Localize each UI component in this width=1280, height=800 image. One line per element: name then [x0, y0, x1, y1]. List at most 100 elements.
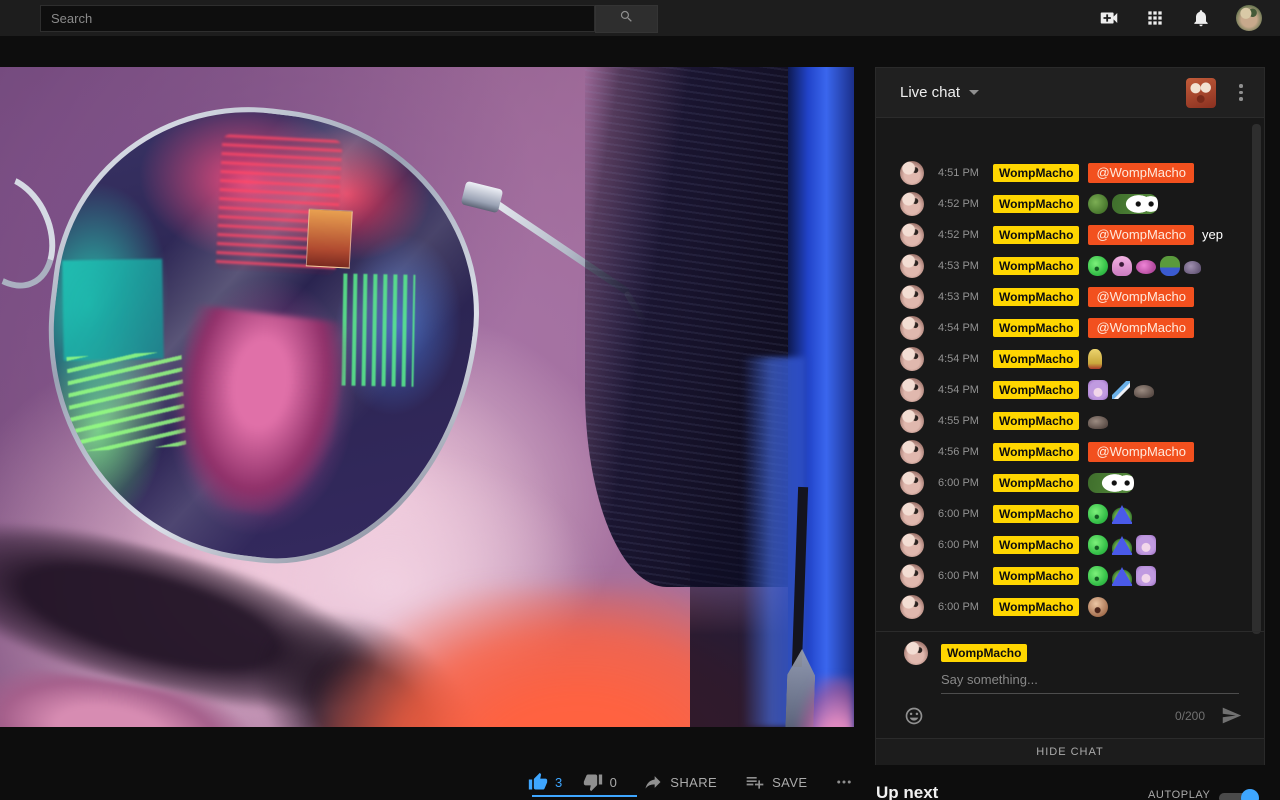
chat-author-avatar[interactable] — [900, 471, 924, 495]
emoji-button[interactable] — [904, 706, 924, 726]
chat-author-avatar[interactable] — [900, 440, 924, 464]
pepe-wizard-emote — [1112, 504, 1132, 524]
video-art-layer — [490, 198, 631, 296]
chat-message: 4:52 PM WompMacho — [900, 188, 1264, 219]
search-icon — [619, 9, 634, 29]
blob-green-emote — [1088, 504, 1108, 524]
video-art-layer — [215, 568, 525, 727]
more-actions-button[interactable] — [835, 773, 853, 791]
chat-author-avatar[interactable] — [900, 378, 924, 402]
own-avatar — [904, 641, 928, 665]
chat-timestamp: 4:54 PM — [938, 384, 984, 396]
rat-emote — [1088, 416, 1108, 429]
chat-author-avatar[interactable] — [900, 192, 924, 216]
blob-pink-emote — [1136, 260, 1156, 274]
video-art-layer — [180, 447, 600, 727]
chat-timestamp: 4:53 PM — [938, 260, 984, 272]
chat-timestamp: 4:55 PM — [938, 415, 984, 427]
chat-author-badge[interactable]: WompMacho — [993, 536, 1079, 554]
chat-timestamp: 6:00 PM — [938, 570, 984, 582]
search-box — [40, 5, 595, 32]
dislike-button[interactable]: 0 — [583, 772, 618, 792]
chat-message: 6:00 PMWompMacho — [900, 529, 1264, 560]
share-icon — [643, 772, 663, 792]
chat-menu-button[interactable] — [1232, 82, 1250, 104]
playlist-add-icon — [745, 772, 765, 792]
chat-author-badge[interactable]: WompMacho — [993, 381, 1079, 399]
account-avatar[interactable] — [1236, 5, 1262, 31]
chat-author-badge[interactable]: WompMacho — [993, 257, 1079, 275]
chat-author-badge[interactable]: WompMacho — [993, 474, 1079, 492]
video-art-layer — [585, 67, 800, 587]
chat-timestamp: 4:51 PM — [938, 167, 984, 179]
video-art-layer — [0, 67, 854, 727]
chat-mention-chip: @WompMacho — [1088, 287, 1194, 307]
save-button[interactable]: SAVE — [745, 772, 807, 792]
chat-scrollbar[interactable] — [1252, 124, 1261, 634]
chat-input-area: WompMacho Say something... 0/200 — [876, 631, 1264, 738]
video-art-layer — [796, 677, 854, 727]
chat-author-avatar[interactable] — [900, 409, 924, 433]
anime-emote — [1088, 380, 1108, 400]
chat-author-avatar[interactable] — [900, 564, 924, 588]
chat-message: 4:54 PM WompMacho — [900, 374, 1264, 405]
pepe-wide-emote — [1088, 473, 1134, 493]
chat-author-badge[interactable]: WompMacho — [993, 164, 1079, 182]
apps-grid-icon[interactable] — [1144, 7, 1166, 29]
thumb-down-icon — [583, 772, 603, 792]
chat-author-avatar[interactable] — [900, 285, 924, 309]
chat-timestamp: 4:52 PM — [938, 198, 984, 210]
chat-message: 6:00 PMWompMacho — [900, 467, 1264, 498]
chat-author-avatar[interactable] — [900, 223, 924, 247]
send-button[interactable] — [1221, 705, 1242, 726]
chat-author-badge[interactable]: WompMacho — [993, 226, 1079, 244]
chat-author-avatar[interactable] — [900, 533, 924, 557]
chat-timestamp: 4:56 PM — [938, 446, 984, 458]
chat-message: 4:52 PMWompMacho@WompMachoyep — [900, 219, 1264, 250]
topbar-icons — [1098, 0, 1280, 36]
create-video-icon[interactable] — [1098, 7, 1120, 29]
chat-author-avatar[interactable] — [900, 502, 924, 526]
blob-green-emote — [1088, 535, 1108, 555]
chat-message: 4:53 PM WompMacho — [900, 250, 1264, 281]
share-label: SHARE — [670, 775, 717, 790]
snail-emote — [1184, 261, 1201, 274]
chat-mode-dropdown-icon[interactable] — [969, 90, 979, 95]
search-button[interactable] — [595, 5, 658, 33]
channel-avatar[interactable] — [1186, 78, 1216, 108]
page: 3 0 SHARE SAVE Up next AUTOPLAY — [0, 0, 1280, 800]
video-art-layer — [67, 351, 187, 452]
like-sentiment-bar — [532, 795, 637, 797]
chat-author-avatar[interactable] — [900, 254, 924, 278]
like-button[interactable]: 3 — [528, 772, 563, 792]
chat-message: 6:00 PM WompMacho — [900, 560, 1264, 591]
chat-author-badge[interactable]: WompMacho — [993, 598, 1079, 616]
video-art-layer — [742, 357, 806, 727]
chat-author-avatar[interactable] — [900, 316, 924, 340]
hide-chat-button[interactable]: HIDE CHAT — [876, 738, 1264, 765]
chat-author-badge[interactable]: WompMacho — [993, 350, 1079, 368]
video-player[interactable] — [0, 67, 854, 727]
video-art-layer — [623, 290, 670, 361]
pepe-wide-emote — [1112, 194, 1158, 214]
share-button[interactable]: SHARE — [643, 772, 717, 792]
dislike-count: 0 — [610, 775, 618, 790]
chat-message-list: 4:51 PMWompMacho@WompMacho4:52 PMWompMac… — [876, 119, 1264, 631]
chat-timestamp: 4:54 PM — [938, 353, 984, 365]
autoplay-toggle[interactable] — [1219, 789, 1259, 800]
video-art-layer — [22, 85, 502, 586]
search-input[interactable] — [41, 6, 594, 31]
chat-message-input[interactable]: Say something... — [941, 672, 1239, 694]
chat-author-badge[interactable]: WompMacho — [993, 443, 1079, 461]
video-art-layer — [166, 304, 349, 522]
chat-author-avatar[interactable] — [900, 347, 924, 371]
chat-author-badge[interactable]: WompMacho — [993, 288, 1079, 306]
chat-author-badge[interactable]: WompMacho — [993, 505, 1079, 523]
notifications-bell-icon[interactable] — [1190, 7, 1212, 29]
chat-author-badge[interactable]: WompMacho — [993, 195, 1079, 213]
chat-author-badge[interactable]: WompMacho — [993, 412, 1079, 430]
chat-author-avatar[interactable] — [900, 595, 924, 619]
chat-author-avatar[interactable] — [900, 161, 924, 185]
chat-author-badge[interactable]: WompMacho — [993, 567, 1079, 585]
chat-author-badge[interactable]: WompMacho — [993, 319, 1079, 337]
